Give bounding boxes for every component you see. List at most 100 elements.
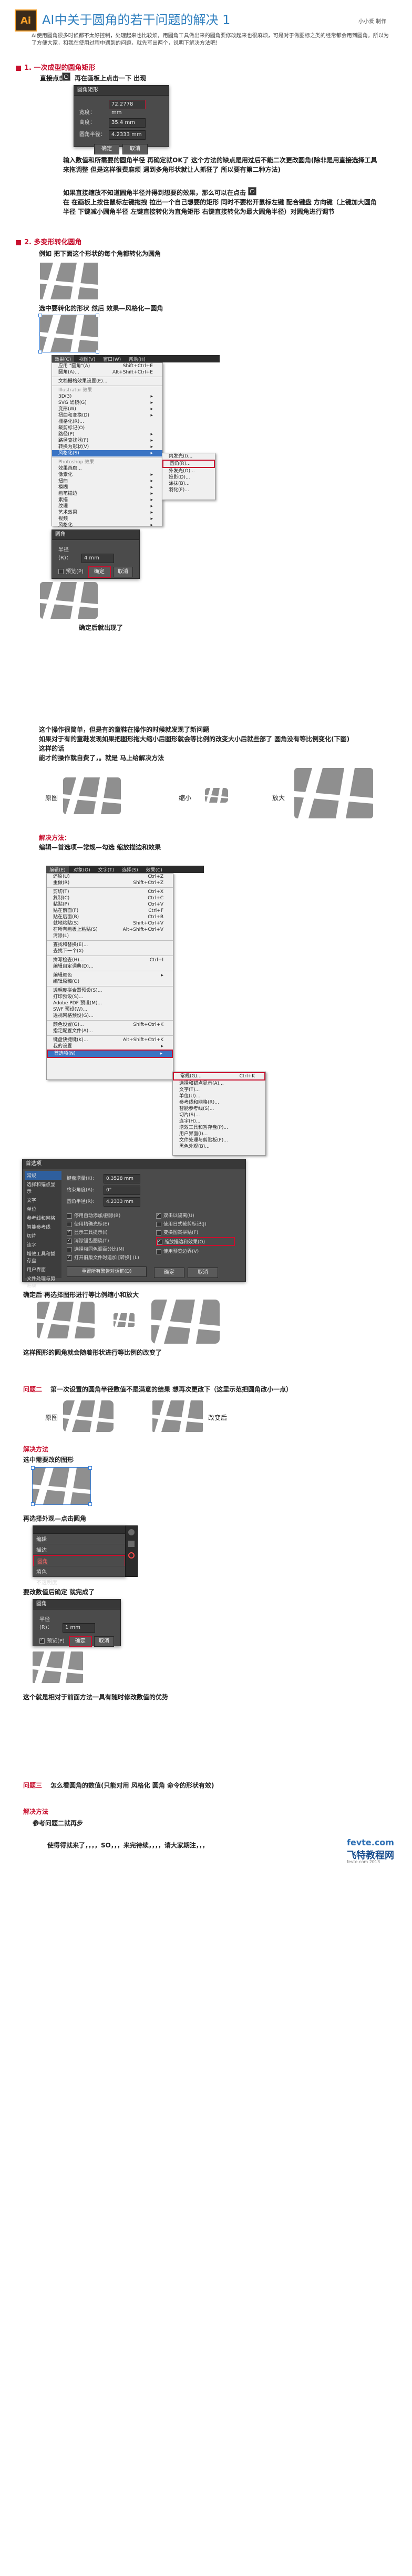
prefs-sidebar-item[interactable]: 智能参考线 (25, 1222, 61, 1231)
selected-shape-2[interactable] (31, 1466, 92, 1506)
prefs-sidebar-item[interactable]: 单位 (25, 1204, 61, 1213)
menu-item[interactable]: Adobe PDF 预设(M)... (47, 1000, 173, 1006)
menu-item[interactable]: 查找下一个(X) (47, 948, 173, 954)
submenu-item-general[interactable]: 常规(G)... Ctrl+K (173, 1072, 265, 1081)
menu-item[interactable]: 透视网格预设(G)... (47, 1013, 173, 1019)
scale-strokes-effects-option[interactable]: 缩放描边和效果(O) (156, 1237, 235, 1246)
menu-item[interactable]: 素描 ▸ (52, 497, 162, 503)
menu-item[interactable]: 查找和替换(E)... (47, 942, 173, 948)
menu-item[interactable]: 圆角(A)... Alt+Shift+Ctrl+E (52, 369, 162, 376)
key-increment-input[interactable]: 0.3528 mm (104, 1174, 140, 1183)
checkbox[interactable] (156, 1212, 161, 1219)
submenu-item[interactable]: 黑色外观(B)... (173, 1144, 265, 1150)
menu-item[interactable]: 模糊 ▸ (52, 484, 162, 491)
menu-item[interactable]: 拼写检查(H)... Ctrl+I (47, 957, 173, 963)
selection-handle[interactable] (31, 1466, 35, 1470)
preview-checkbox[interactable] (58, 569, 64, 574)
rounded-rect-tool-icon[interactable] (62, 72, 70, 81)
selection-handle[interactable] (88, 1502, 92, 1506)
submenu-item-round-corners[interactable]: 圆角(R)... (162, 460, 215, 468)
menu-item[interactable]: 颜色设置(G)... Shift+Ctrl+K (47, 1022, 173, 1028)
constrain-angle-input[interactable]: 0° (104, 1186, 140, 1195)
submenu-item[interactable]: 选择和锚点显示(A)... (173, 1081, 265, 1087)
submenu-item[interactable]: 连字(H)... (173, 1118, 265, 1125)
menu-item[interactable]: SWF 预设(W)... (47, 1006, 173, 1013)
prefs-sidebar-item[interactable]: 连字 (25, 1240, 61, 1249)
ok-button[interactable]: 确定 (68, 1636, 92, 1647)
menu-select[interactable]: 选择(S) (119, 866, 141, 874)
prefs-sidebar-item[interactable]: 选择和锚点显示 (25, 1180, 61, 1196)
appearance-row-round-corners[interactable]: 圆角 (33, 1555, 126, 1566)
menu-item[interactable]: 剪切(T) Ctrl+X (47, 889, 173, 895)
menu-item[interactable]: 还原(U) Ctrl+Z (47, 874, 173, 880)
appearance-row[interactable]: 编辑 (33, 1534, 126, 1544)
menu-item[interactable]: 裁剪标记(O) (52, 425, 162, 431)
menu-item[interactable]: 指定配置文件(A)... (47, 1028, 173, 1034)
menu-help[interactable]: 帮助(H) (126, 355, 149, 363)
menu-item[interactable]: 像素化 ▸ (52, 472, 162, 478)
menu-item[interactable]: 纹理 ▸ (52, 503, 162, 510)
radius-input[interactable]: 1 mm (63, 1623, 95, 1633)
submenu-item[interactable]: 外发光(O)... (162, 468, 215, 474)
menu-item[interactable]: 效果画廊... (52, 465, 162, 472)
menu-item[interactable]: 应用 "圆角"(A) Shift+Ctrl+E (52, 363, 162, 369)
width-input[interactable]: 72.2778 mm (109, 100, 146, 116)
selected-shape[interactable] (38, 314, 99, 354)
menu-item[interactable]: 3D(3) ▸ (52, 393, 162, 400)
menu-item[interactable]: 文档栅格效果设置(E)... (52, 378, 162, 385)
prefs-sidebar-item[interactable]: 切片 (25, 1231, 61, 1240)
menu-item[interactable]: 清除(L) (47, 933, 173, 939)
checkbox[interactable] (67, 1238, 72, 1244)
checkbox[interactable] (156, 1230, 161, 1235)
menu-item[interactable]: 贴在后面(B) Ctrl+B (47, 914, 173, 920)
appearance-row[interactable]: 不透明度 (33, 1577, 126, 1587)
prefs-sidebar-item[interactable]: 常规 (25, 1171, 61, 1180)
checkbox[interactable] (67, 1221, 72, 1227)
checkbox[interactable] (156, 1221, 161, 1227)
menu-item[interactable]: 就地粘贴(S) Shift+Ctrl+V (47, 920, 173, 927)
menu-item[interactable]: 艺术效果 ▸ (52, 510, 162, 516)
panel-icon[interactable] (128, 1541, 135, 1547)
menu-item[interactable]: 粘贴(P) Ctrl+V (47, 901, 173, 908)
radius-input[interactable]: 4.2333 mm (109, 130, 146, 140)
submenu-item[interactable]: 用户界面(I)... (173, 1131, 265, 1137)
checkbox[interactable] (157, 1239, 162, 1245)
cancel-button[interactable]: 取消 (94, 1636, 114, 1647)
submenu-item[interactable]: 文字(T)... (173, 1087, 265, 1093)
menu-window[interactable]: 窗口(W) (100, 355, 124, 363)
selection-handle[interactable] (96, 350, 99, 354)
menu-effect[interactable]: 效果(C) (143, 866, 166, 874)
reset-warnings-button[interactable]: 重置所有警告对话框(D) (67, 1266, 147, 1277)
submenu-item[interactable]: 文件处理与剪贴板(F)... (173, 1137, 265, 1144)
selection-handle[interactable] (31, 1502, 35, 1506)
menu-object[interactable]: 对象(O) (70, 866, 94, 874)
selection-handle[interactable] (88, 1466, 92, 1470)
menu-item[interactable]: 编辑原稿(O) (47, 979, 173, 985)
appearance-row[interactable]: 填色 (33, 1566, 126, 1577)
submenu-item[interactable]: 切片(S)... (173, 1112, 265, 1118)
radius-input[interactable]: 4 mm (81, 554, 114, 563)
prefs-sidebar-item[interactable]: 文件处理与剪贴板 (25, 1274, 61, 1290)
cancel-button[interactable]: 取消 (188, 1268, 218, 1278)
menu-item[interactable]: 转换为形状(V) ▸ (52, 444, 162, 450)
checkbox[interactable] (156, 1249, 161, 1254)
selection-handle[interactable] (96, 314, 99, 317)
menu-item[interactable]: 透明度拼合器预设(S)... (47, 988, 173, 994)
menu-item[interactable]: SVG 滤镜(G) ▸ (52, 400, 162, 406)
menu-view[interactable]: 视图(V) (76, 355, 98, 363)
checkbox[interactable] (67, 1213, 72, 1219)
ok-button[interactable]: 确定 (94, 144, 119, 154)
prefs-sidebar-item[interactable]: 用户界面 (25, 1265, 61, 1274)
menu-item-preferences[interactable]: 首选项(N) ▸ (47, 1050, 173, 1058)
menu-effect[interactable]: 效果(C) (52, 355, 75, 363)
ok-button[interactable]: 确定 (154, 1268, 184, 1278)
submenu-item[interactable]: 羽化(F)... (162, 487, 215, 493)
height-input[interactable]: 35.4 mm (109, 118, 146, 128)
submenu-item[interactable]: 投影(D)... (162, 474, 215, 481)
menu-item[interactable]: 变形(W) ▸ (52, 406, 162, 412)
corner-radius-input[interactable]: 4.2333 mm (104, 1197, 140, 1207)
submenu-item[interactable]: 单位(U)... (173, 1093, 265, 1099)
cancel-button[interactable]: 取消 (122, 144, 148, 154)
prefs-sidebar-item[interactable]: 文字 (25, 1196, 61, 1204)
menu-type[interactable]: 文字(T) (95, 866, 118, 874)
